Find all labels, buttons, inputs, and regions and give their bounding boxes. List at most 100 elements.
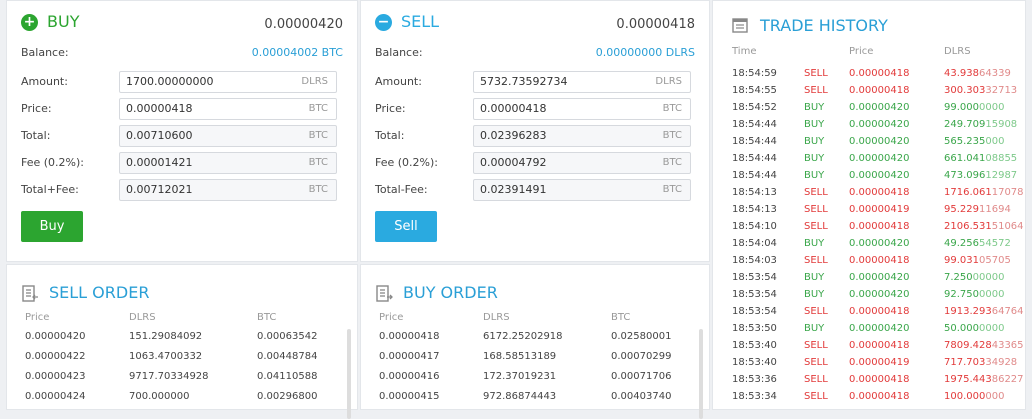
order-cell: 1063.4700332 [129, 351, 203, 362]
trade-time: 18:53:40 [732, 340, 777, 351]
trade-price: 0.00000420 [849, 289, 910, 300]
trade-history-header-dlrs: DLRS [944, 46, 971, 57]
order-cell: 0.00403740 [611, 391, 672, 402]
order-row[interactable]: 0.00000416 172.37019231 0.00071706 [361, 371, 701, 391]
buy-price: 0.00000420 [264, 17, 343, 32]
trade-amount: 1716.061 [944, 187, 992, 198]
trade-price: 0.00000418 [849, 68, 910, 79]
sell-field-value: 0.02396283 [480, 129, 547, 142]
trade-type: BUY [804, 102, 825, 113]
buy-order-scrollbar[interactable] [699, 329, 703, 419]
trade-type: BUY [804, 272, 825, 283]
trade-amount-tail: 17078 [991, 187, 1024, 198]
order-row[interactable]: 0.00000420 151.29084092 0.00063542 [7, 331, 347, 351]
buy-field-input[interactable]: 0.00710600 BTC [119, 125, 337, 147]
trade-time: 18:53:54 [732, 306, 777, 317]
sell-field-unit: BTC [662, 184, 682, 195]
trade-row: 18:54:44 BUY 0.00000420 249.70915908 [713, 119, 1023, 136]
sell-order-panel: SELL ORDER Price DLRS BTC 0.00000420 151.… [6, 264, 358, 419]
sell-field-input[interactable]: 0.00000418 BTC [473, 98, 691, 120]
trade-amount-tail: 64764 [991, 306, 1024, 317]
trade-row: 18:53:54 BUY 0.00000420 7.25000000 [713, 272, 1023, 289]
trade-amount: 100.000 [944, 391, 986, 402]
buy-field-label: Price: [21, 102, 52, 115]
sell-order-scrollbar[interactable] [347, 329, 351, 419]
buy-order-panel: BUY ORDER Price DLRS BTC 0.00000418 6172.… [360, 264, 710, 419]
buy-field-input[interactable]: 0.00001421 BTC [119, 152, 337, 174]
order-row[interactable]: 0.00000417 168.58513189 0.00070299 [361, 351, 701, 371]
trade-type: SELL [804, 357, 828, 368]
order-row[interactable]: 0.00000415 972.86874443 0.00403740 [361, 391, 701, 411]
plus-circle-icon: + [21, 14, 38, 31]
trade-amount-wrap: 50.0000000 [944, 323, 1004, 334]
order-row[interactable]: 0.00000422 1063.4700332 0.00448784 [7, 351, 347, 371]
sell-button[interactable]: Sell [375, 211, 437, 242]
calendar-icon [732, 18, 748, 33]
order-cell: 0.00070299 [611, 351, 672, 362]
buy-field-label: Total: [21, 129, 51, 142]
order-cell: 0.00000424 [25, 391, 86, 402]
buy-panel: + BUY 0.00000420 Balance: 0.00004002 BTC… [6, 0, 358, 262]
trade-amount-wrap: 1716.06117078 [944, 187, 1024, 198]
sell-field-value: 0.02391491 [480, 183, 547, 196]
sell-field-input[interactable]: 0.00004792 BTC [473, 152, 691, 174]
trade-amount: 300.303 [944, 85, 986, 96]
trade-time: 18:53:36 [732, 374, 777, 385]
sell-field-input[interactable]: 0.02396283 BTC [473, 125, 691, 147]
trade-amount-tail: 54572 [979, 238, 1011, 249]
trade-amount-tail: 15908 [985, 119, 1018, 130]
trade-amount-tail: 12987 [985, 170, 1018, 181]
trade-amount-wrap: 1975.44386227 [944, 374, 1024, 385]
order-row[interactable]: 0.00000424 700.000000 0.00296800 [7, 391, 347, 411]
trade-price: 0.00000418 [849, 187, 910, 198]
trade-row: 18:54:59 SELL 0.00000418 43.93864339 [713, 68, 1023, 85]
buy-field-value: 0.00001421 [126, 156, 193, 169]
sell-field-unit: BTC [662, 103, 682, 114]
trade-amount-tail: 51064 [991, 221, 1024, 232]
order-cell: 0.00000416 [379, 371, 440, 382]
trade-price: 0.00000420 [849, 119, 910, 130]
buy-field-input[interactable]: 0.00712021 BTC [119, 179, 337, 201]
trade-row: 18:54:44 BUY 0.00000420 565.235000 [713, 136, 1023, 153]
buy-field-value: 0.00712021 [126, 183, 193, 196]
buy-balance-value[interactable]: 0.00004002 BTC [252, 46, 343, 59]
trade-amount-tail: 000 [985, 136, 1005, 147]
trade-type: BUY [804, 170, 825, 181]
sell-title: SELL [401, 12, 440, 31]
trade-row: 18:54:44 BUY 0.00000420 661.04108855 [713, 153, 1023, 170]
sell-field-unit: BTC [662, 130, 682, 141]
trade-row: 18:54:10 SELL 0.00000418 2106.53151064 [713, 221, 1024, 238]
buy-field-input[interactable]: 1700.00000000 DLRS [119, 71, 337, 93]
order-row[interactable]: 0.00000418 6172.25202918 0.02580001 [361, 331, 701, 351]
sell-order-header-price: Price [25, 312, 50, 323]
trade-amount-tail: 000 [985, 391, 1005, 402]
sell-field-input[interactable]: 5732.73592734 DLRS [473, 71, 691, 93]
buy-field-input[interactable]: 0.00000418 BTC [119, 98, 337, 120]
trade-amount: 43.938 [944, 68, 979, 79]
buy-field-label: Fee (0.2%): [21, 156, 84, 169]
sell-field-value: 0.00000418 [480, 102, 547, 115]
trade-time: 18:54:10 [732, 221, 777, 232]
buy-button[interactable]: Buy [21, 211, 83, 242]
trade-amount-wrap: 565.235000 [944, 136, 1004, 147]
sell-field-value: 5732.73592734 [480, 75, 568, 88]
trade-time: 18:54:04 [732, 238, 777, 249]
order-row[interactable]: 0.00000423 9717.70334928 0.04110588 [7, 371, 347, 391]
trade-amount-tail: 86227 [991, 374, 1024, 385]
trade-amount-tail: 00000 [972, 272, 1005, 283]
trade-amount-wrap: 717.70334928 [944, 357, 1017, 368]
trade-time: 18:54:59 [732, 68, 777, 79]
trade-history-header-time: Time [732, 46, 757, 57]
trade-price: 0.00000420 [849, 170, 910, 181]
sell-field-input[interactable]: 0.02391491 BTC [473, 179, 691, 201]
sell-balance-value[interactable]: 0.00000000 DLRS [596, 46, 695, 59]
trade-type: SELL [804, 340, 828, 351]
sell-balance-label: Balance: [375, 46, 423, 59]
trade-price: 0.00000418 [849, 255, 910, 266]
trade-row: 18:54:44 BUY 0.00000420 473.09612987 [713, 170, 1023, 187]
trade-type: SELL [804, 68, 828, 79]
trade-type: BUY [804, 323, 825, 334]
trade-type: SELL [804, 306, 828, 317]
trade-type: SELL [804, 204, 828, 215]
trade-amount: 473.096 [944, 170, 986, 181]
